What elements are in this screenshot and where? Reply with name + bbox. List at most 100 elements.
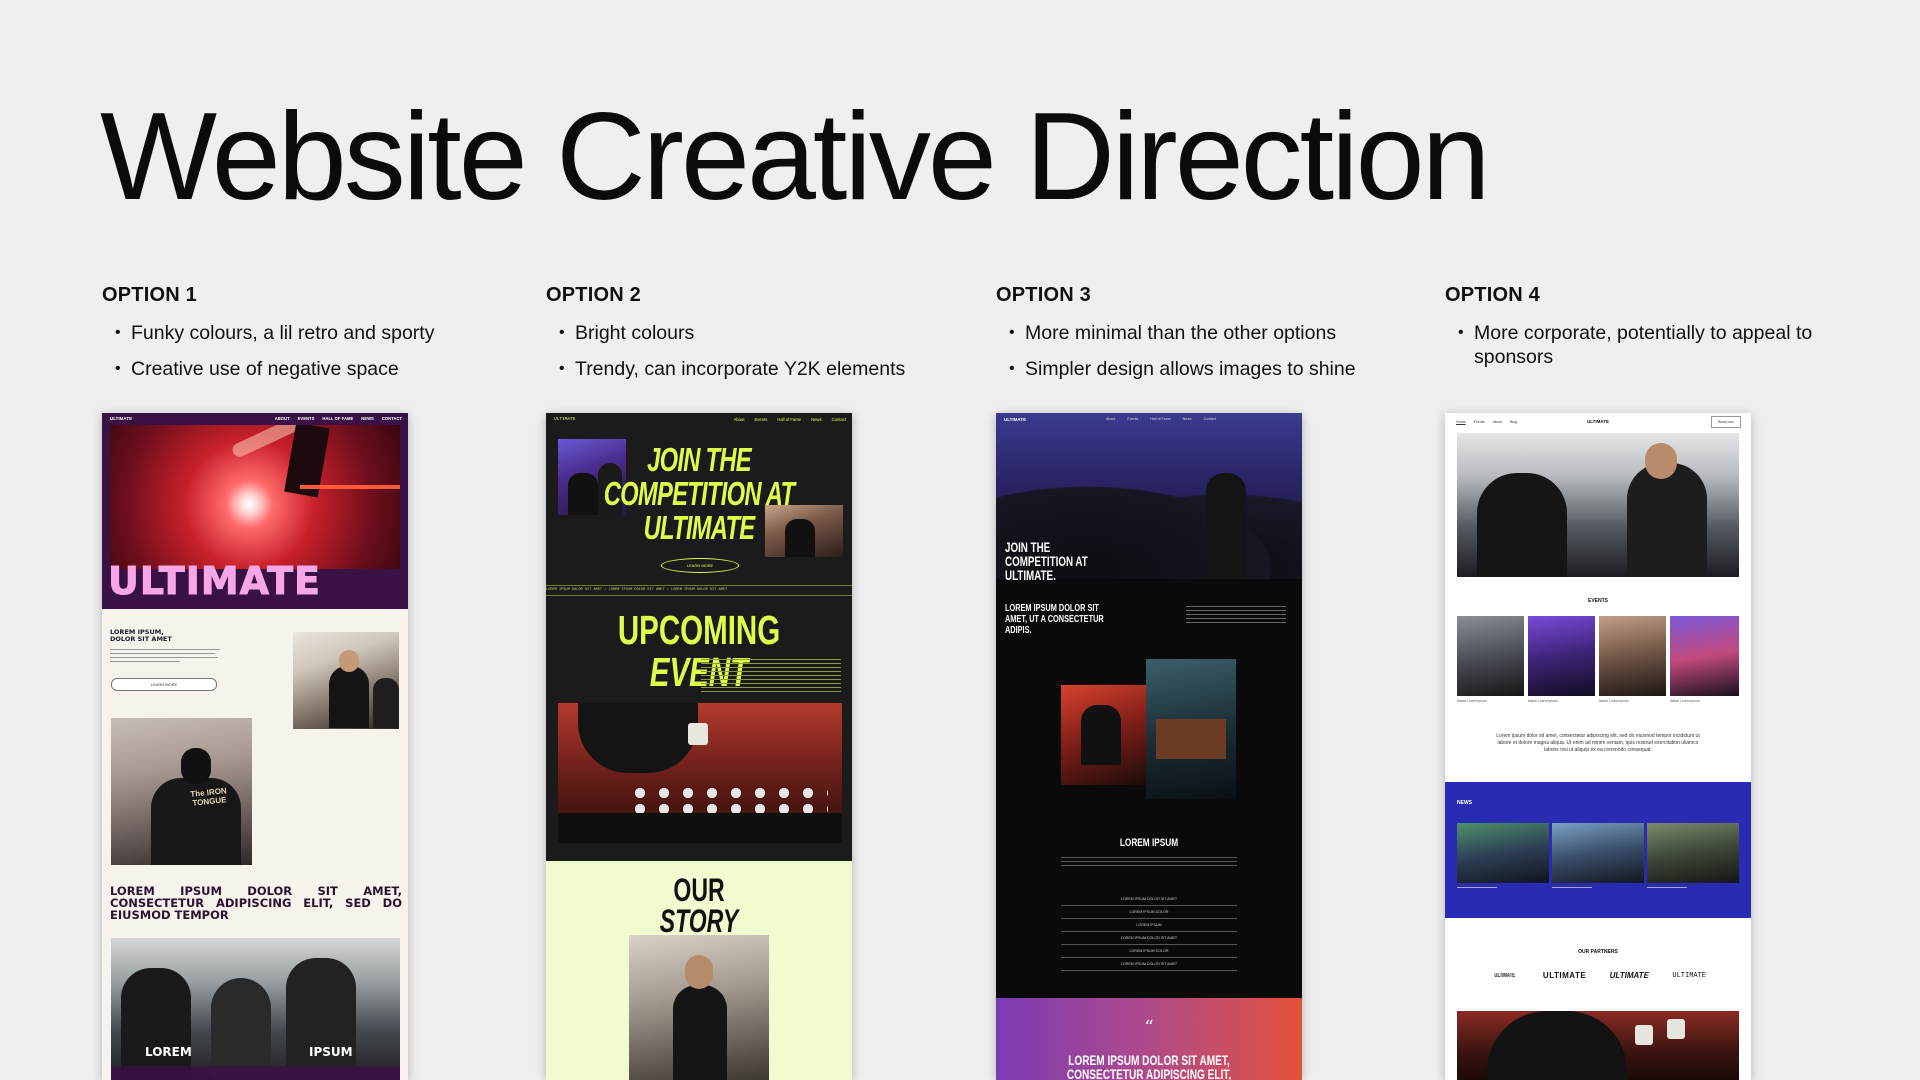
partner-logo: ULTIMATE	[1609, 971, 1649, 980]
hero-heading: JOIN THE COMPETITION AT ULTIMATE	[589, 443, 809, 545]
option-2-heading: OPTION 2	[546, 284, 641, 306]
hero-heading: ULTIMATE	[108, 559, 321, 604]
mockup-nav-item: Hall of Fame	[777, 417, 802, 422]
mockup-nav-item: News	[811, 417, 822, 422]
partner-logos: ULTIMATE ULTIMATE ULTIMATE ULTIMATE	[1490, 971, 1706, 980]
mockup-nav-item: NEWS	[361, 416, 374, 421]
option-4-description: OPTION 4 More corporate, potentially to …	[1443, 284, 1823, 381]
news-card-photo[interactable]	[1552, 823, 1644, 883]
list-item[interactable]: LOREM IPSUM DOLOR	[1061, 906, 1237, 919]
option-3-description: OPTION 3 More minimal than the other opt…	[994, 284, 1394, 393]
mockup-nav: About Events Hall of Fame News Contact	[696, 417, 846, 422]
partner-logo: ULTIMATE	[1672, 971, 1706, 980]
option-1-mockup: ULTIMATE ABOUT EVENTS HALL OF FAME NEWS …	[102, 413, 408, 1080]
event-card-name: Name Lorem ipsum	[1457, 699, 1487, 703]
section-heading: LOREM IPSUM	[1119, 837, 1179, 849]
crowd-photo: LOREM IPSUM	[111, 938, 400, 1080]
event-card-photo[interactable]	[1599, 616, 1666, 696]
list-item[interactable]: LOREM IPSUM DOLOR	[1061, 945, 1237, 958]
learn-more-button[interactable]: LEARN MORE	[111, 678, 217, 691]
hero-heading-line: ULTIMATE	[643, 509, 756, 546]
news-card-photo[interactable]	[1647, 823, 1739, 883]
mockup-nav-item: Events	[754, 417, 768, 422]
book-now-button[interactable]: Book now	[1711, 416, 1741, 428]
list-item[interactable]: LOREM IPSUM DOLOR SIT AMET	[1061, 932, 1237, 945]
option-1-bullet: Creative use of negative space	[115, 357, 500, 381]
mockup-nav-item: Contact	[1203, 417, 1216, 421]
mockup-nav-item: CONTACT	[381, 416, 402, 421]
sub-heading: LOREM IPSUM DOLOR SIT AMET, UT A CONSECT…	[1005, 602, 1104, 636]
event-card-photo[interactable]	[1528, 616, 1595, 696]
partner-logo: ULTIMATE	[1494, 972, 1516, 979]
upcoming-word: UPCOMING	[617, 607, 781, 653]
hero-photo	[110, 425, 400, 569]
event-card-photo[interactable]	[1457, 616, 1524, 696]
hero-heading-line: JOIN THE	[647, 441, 752, 478]
mockup-nav-item: About	[1106, 417, 1116, 421]
story-photo	[629, 935, 769, 1080]
partners-heading: OUR PARTNERS	[1578, 949, 1618, 955]
mockup-nav-item: News	[1182, 417, 1192, 421]
mockup-nav-item: Contact	[831, 417, 846, 422]
mockup-nav-item: Hall of Fame	[1150, 417, 1171, 421]
event-card-name: Name Lorem ipsum	[1670, 699, 1700, 703]
mockup-nav-item: EVENTS	[297, 416, 315, 421]
option-1-heading: OPTION 1	[102, 284, 197, 306]
news-card-photo[interactable]	[1457, 823, 1549, 883]
photo-caption-left: LOREM	[145, 1045, 192, 1059]
option-4-heading: OPTION 4	[1445, 284, 1540, 306]
option-3-heading: OPTION 3	[996, 284, 1091, 306]
news-heading: NEWS	[1457, 800, 1472, 806]
quote-text: LOREM IPSUM DOLOR SIT AMET, CONSECTETUR …	[1066, 1052, 1232, 1080]
learn-more-button[interactable]: LEARN MORE	[661, 558, 739, 573]
intro-heading: LOREM IPSUM, DOLOR SIT AMET	[110, 628, 172, 643]
story-heading-line: OUR	[673, 872, 725, 908]
page-title: Website Creative Direction	[100, 88, 1491, 226]
option-2-bullet: Bright colours	[559, 321, 944, 345]
story-heading-line: STORY	[659, 903, 739, 939]
mockup-nav-item: HALL OF FAME	[322, 416, 354, 421]
big-heading: LOREM IPSUM DOLOR SIT AMET, CONSECTETUR …	[110, 884, 402, 922]
option-4-bullet: More corporate, potentially to appeal to…	[1458, 321, 1823, 369]
mockup-brand: ULTIMATE	[110, 416, 133, 421]
quote-mark-icon: “	[1144, 1017, 1154, 1038]
gallery-photo-left	[1061, 685, 1151, 785]
shirt-photo: The IRON TONGUE	[111, 718, 252, 865]
option-3-bullet: More minimal than the other options	[1009, 321, 1394, 345]
partner-logo: ULTIMATE	[1542, 971, 1587, 980]
footer-photo	[1457, 1011, 1739, 1080]
hero-heading: JOIN THE COMPETITION AT ULTIMATE.	[1005, 539, 1088, 583]
option-3-bullet: Simpler design allows images to shine	[1009, 357, 1394, 381]
hero-photo	[1457, 433, 1739, 577]
body-text: Lorem ipsum dolor sit amet, consectetur …	[1496, 733, 1700, 753]
mockup-brand: ULTIMATE	[1586, 419, 1610, 424]
events-heading: EVENTS	[1587, 598, 1608, 604]
option-3-mockup: ULTIMATE About Events Hall of Fame News …	[996, 413, 1302, 1080]
item-list: LOREM IPSUM DOLOR SIT AMET LOREM IPSUM D…	[1061, 893, 1237, 971]
option-1-bullet: Funky colours, a lil retro and sporty	[115, 321, 500, 345]
event-card-photo[interactable]	[1670, 616, 1739, 696]
mockup-brand: ULTIMATE	[554, 417, 576, 422]
option-1-description: OPTION 1 Funky colours, a lil retro and …	[100, 284, 500, 393]
photo-caption-right: IPSUM	[309, 1045, 353, 1059]
list-item[interactable]: LOREM IPSUM	[1061, 919, 1237, 932]
mockup-nav-item: About	[733, 417, 745, 422]
option-2-mockup: ULTIMATE About Events Hall of Fame News …	[546, 413, 852, 1080]
mockup-nav-item: ABOUT	[274, 416, 290, 421]
option-4-mockup: Home Events About Blog ULTIMATE Book now…	[1445, 413, 1751, 1080]
mockup-nav: ABOUT EVENTS HALL OF FAME NEWS CONTACT	[234, 416, 402, 421]
option-2-description: OPTION 2 Bright colours Trendy, can inco…	[544, 284, 944, 393]
our-story-heading: OUR STORY	[589, 872, 809, 939]
mockup-nav-item: Events	[1127, 417, 1139, 421]
option-2-bullet: Trendy, can incorporate Y2K elements	[559, 357, 944, 381]
list-item[interactable]: LOREM IPSUM DOLOR SIT AMET	[1061, 958, 1237, 971]
mockup-brand: ULTIMATE	[1004, 417, 1027, 422]
drinking-photo	[558, 703, 842, 843]
list-item[interactable]: LOREM IPSUM DOLOR SIT AMET	[1061, 893, 1237, 906]
gallery-photo-right	[1146, 659, 1236, 799]
marquee-ticker: LOREM IPSUM DOLOR SIT AMET • LOREM IPSUM…	[546, 585, 852, 596]
event-card-name: Name Lorem ipsum	[1599, 699, 1629, 703]
event-card-name: Name Lorem ipsum	[1528, 699, 1558, 703]
team-photo	[293, 632, 399, 729]
hero-heading-line: COMPETITION AT	[603, 475, 795, 512]
